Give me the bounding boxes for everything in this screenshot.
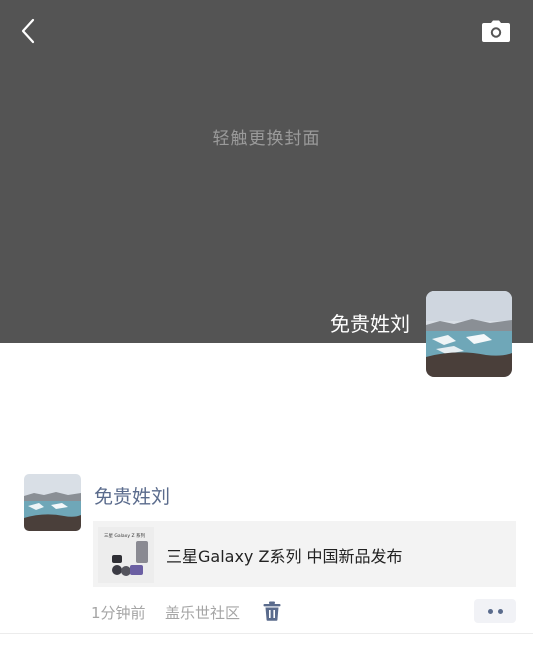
avatar-image <box>24 474 81 531</box>
phone-product-image <box>112 541 148 576</box>
shared-link-card[interactable]: 三星 Galaxy Z 系列 三星Galaxy Z系列 中国新品发布 <box>93 521 516 587</box>
camera-icon <box>482 20 510 42</box>
link-thumbnail: 三星 Galaxy Z 系列 <box>98 527 154 583</box>
change-cover-hint: 轻触更换封面 <box>212 129 321 149</box>
post-author-name[interactable]: 免贵姓刘 <box>94 482 170 509</box>
avatar-image <box>426 291 512 377</box>
post-avatar[interactable] <box>24 474 81 531</box>
camera-button[interactable] <box>480 18 512 44</box>
post-timestamp: 1分钟前 <box>91 604 146 622</box>
profile-avatar[interactable] <box>426 291 512 377</box>
trash-icon <box>263 601 281 621</box>
chevron-left-icon <box>21 18 35 44</box>
more-dots-icon <box>487 608 493 614</box>
profile-name: 免贵姓刘 <box>330 312 410 336</box>
post-source[interactable]: 盖乐世社区 <box>165 602 240 623</box>
divider <box>0 633 533 634</box>
more-actions-button[interactable] <box>474 599 516 623</box>
more-dots-icon <box>497 608 503 614</box>
back-button[interactable] <box>14 16 42 46</box>
delete-button[interactable] <box>263 601 283 623</box>
link-title: 三星Galaxy Z系列 中国新品发布 <box>166 547 403 566</box>
